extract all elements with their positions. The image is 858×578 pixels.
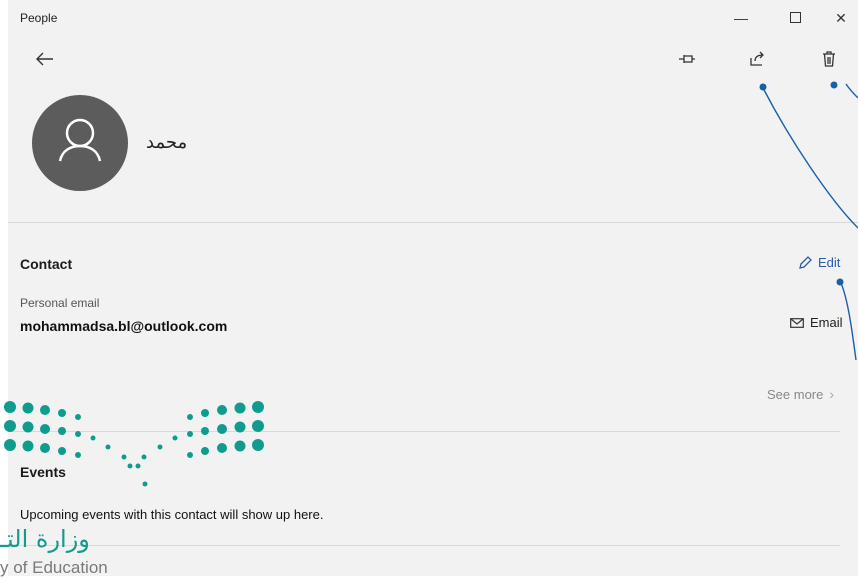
pencil-icon (799, 255, 812, 269)
avatar[interactable] (32, 95, 128, 191)
back-arrow-icon (36, 52, 53, 66)
see-more-link[interactable]: See more › (767, 386, 834, 402)
chevron-right-icon: › (829, 386, 835, 402)
see-more-label: See more (767, 386, 824, 402)
email-label: Personal email (20, 296, 100, 310)
share-button[interactable] (742, 44, 772, 74)
delete-button[interactable] (814, 44, 844, 74)
minimize-icon: — (734, 10, 748, 26)
maximize-icon (789, 12, 801, 23)
mail-icon (790, 317, 804, 328)
window-title: People (20, 11, 58, 25)
contact-section-title: Contact (20, 256, 73, 272)
ministry-logo-arabic-text: وزارة التـ (0, 525, 90, 553)
edit-label: Edit (818, 255, 841, 270)
share-icon (750, 51, 764, 66)
contact-name: محمد (146, 132, 188, 153)
pin-button[interactable] (672, 44, 702, 74)
command-bar (8, 40, 858, 80)
person-icon (58, 118, 102, 162)
back-button[interactable] (30, 44, 60, 74)
maximize-button[interactable] (780, 6, 810, 30)
contact-header: محمد (8, 84, 858, 222)
email-value[interactable]: mohammadsa.bl@outlook.com (20, 318, 227, 334)
edit-button[interactable]: Edit (798, 255, 840, 270)
email-action-button[interactable]: Email (790, 315, 843, 330)
email-action-label: Email (810, 315, 843, 330)
pin-icon (679, 55, 695, 63)
close-button[interactable]: ✕ (826, 6, 856, 30)
title-bar: People — ✕ (8, 0, 858, 36)
close-icon: ✕ (835, 10, 847, 26)
minimize-button[interactable]: — (726, 6, 756, 30)
trash-icon (823, 51, 835, 67)
ministry-logo-english-text: y of Education (0, 558, 108, 577)
